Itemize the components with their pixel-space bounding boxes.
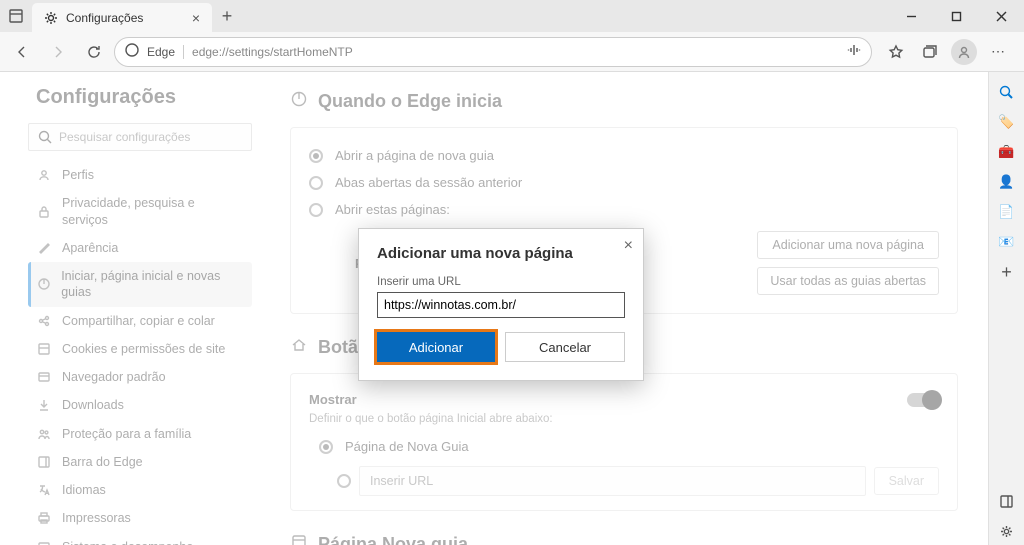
edge-icon bbox=[125, 43, 139, 60]
close-tab-icon[interactable]: × bbox=[192, 10, 200, 26]
close-window-button[interactable] bbox=[979, 0, 1024, 32]
forward-button bbox=[42, 36, 74, 68]
address-bar[interactable]: Edge edge://settings/startHomeNTP bbox=[114, 37, 872, 67]
address-url: edge://settings/startHomeNTP bbox=[192, 45, 839, 59]
tab-title: Configurações bbox=[66, 11, 184, 25]
edge-sidebar: 🏷️ 🧰 👤 📄 📧 + bbox=[988, 72, 1024, 545]
add-page-dialog: × Adicionar uma nova página Inserir uma … bbox=[358, 228, 644, 381]
read-aloud-icon[interactable] bbox=[847, 43, 861, 60]
dialog-url-input[interactable] bbox=[377, 292, 625, 318]
search-icon[interactable] bbox=[993, 78, 1021, 106]
games-icon[interactable]: 👤 bbox=[993, 168, 1021, 196]
tools-icon[interactable]: 🧰 bbox=[993, 138, 1021, 166]
maximize-button[interactable] bbox=[934, 0, 979, 32]
dialog-add-button[interactable]: Adicionar bbox=[377, 332, 495, 362]
address-source-label: Edge bbox=[147, 45, 184, 59]
add-sidebar-icon[interactable]: + bbox=[993, 258, 1021, 286]
shopping-icon[interactable]: 🏷️ bbox=[993, 108, 1021, 136]
gear-icon bbox=[44, 11, 58, 25]
minimize-button[interactable] bbox=[889, 0, 934, 32]
tab-manager-button[interactable] bbox=[0, 0, 32, 32]
office-icon[interactable]: 📄 bbox=[993, 198, 1021, 226]
hide-sidebar-icon[interactable] bbox=[993, 487, 1021, 515]
favorites-icon[interactable] bbox=[880, 36, 912, 68]
refresh-button[interactable] bbox=[78, 36, 110, 68]
browser-tab[interactable]: Configurações × bbox=[32, 3, 212, 32]
dialog-url-label: Inserir uma URL bbox=[377, 276, 625, 288]
outlook-icon[interactable]: 📧 bbox=[993, 228, 1021, 256]
close-dialog-icon[interactable]: × bbox=[624, 237, 633, 255]
dialog-title: Adicionar uma nova página bbox=[377, 245, 625, 262]
dialog-cancel-button[interactable]: Cancelar bbox=[505, 332, 625, 362]
more-menu-icon[interactable]: ⋯ bbox=[982, 36, 1014, 68]
sidebar-settings-icon[interactable] bbox=[993, 517, 1021, 545]
new-tab-button[interactable]: + bbox=[212, 0, 242, 32]
back-button[interactable] bbox=[6, 36, 38, 68]
collections-icon[interactable] bbox=[914, 36, 946, 68]
profile-button[interactable] bbox=[948, 36, 980, 68]
